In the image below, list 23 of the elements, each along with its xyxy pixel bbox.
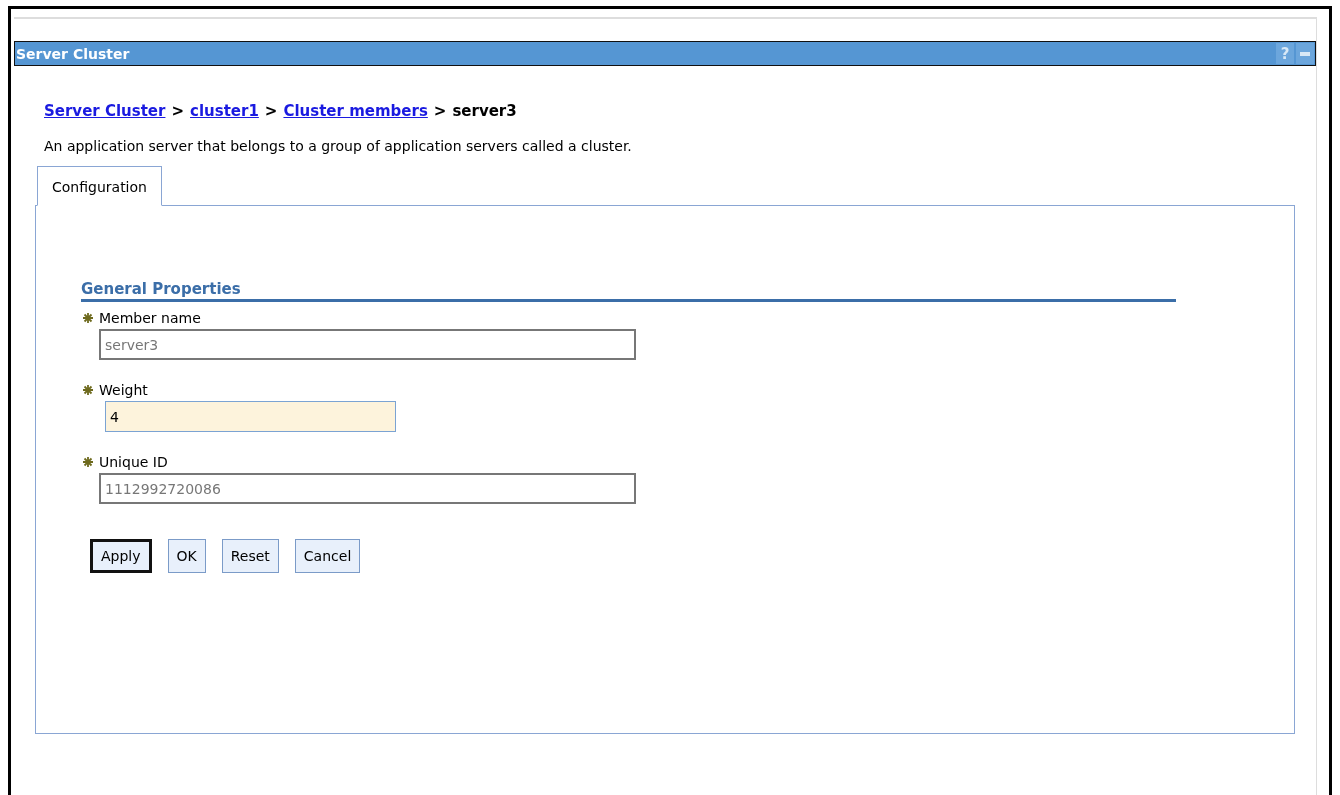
input-field[interactable]: 4 [105,401,396,432]
minimize-icon [1300,51,1310,56]
form-button[interactable]: Cancel [294,539,361,573]
breadcrumb-separator: > [264,102,278,120]
breadcrumb-link[interactable]: cluster1 [190,102,259,120]
breadcrumb-current: server3 [452,102,517,120]
field-label: Member name [99,310,201,326]
form-button[interactable]: OK [167,539,206,573]
minimize-button[interactable] [1296,43,1314,64]
breadcrumb-link[interactable]: Server Cluster [44,102,166,120]
breadcrumb-separator: > [433,102,447,120]
form-button[interactable]: Reset [221,539,279,573]
page-description: An application server that belongs to a group of application servers called a cluster. [44,138,633,154]
breadcrumb-separator: > [171,102,185,120]
window-title: Server Cluster [15,45,130,62]
breadcrumb-link[interactable]: Cluster members [283,102,428,120]
field-label: Weight [99,382,148,398]
section-heading: General Properties [81,280,1176,302]
input-field[interactable]: 1112992720086 [99,473,636,504]
field-label: Unique ID [99,454,168,470]
form-button[interactable]: Apply [90,539,152,573]
tab[interactable]: Configuration [37,166,162,206]
input-field[interactable]: server3 [99,329,636,360]
